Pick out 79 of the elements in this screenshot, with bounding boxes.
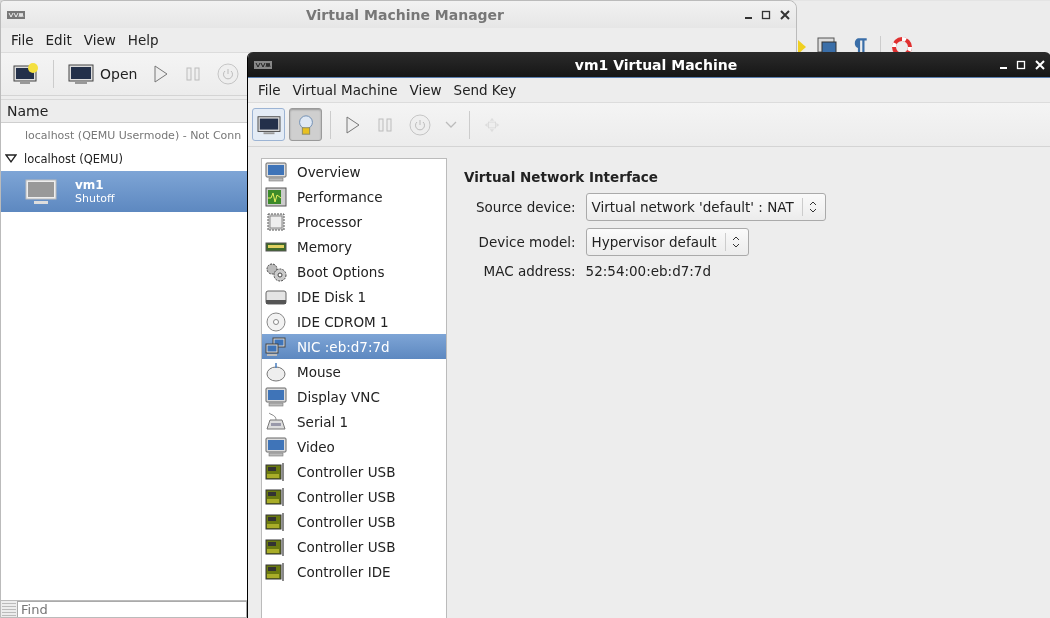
- power-icon: [409, 113, 431, 136]
- vm-status: Shutoff: [75, 192, 115, 205]
- menu-item[interactable]: Help: [121, 30, 165, 50]
- chart-icon: [265, 186, 287, 207]
- hardware-item[interactable]: Controller IDE: [262, 559, 446, 584]
- close-button[interactable]: [780, 9, 790, 20]
- menu-item[interactable]: File: [5, 30, 40, 50]
- up-down-arrows-icon: [808, 201, 817, 213]
- hardware-item[interactable]: Memory: [262, 234, 446, 259]
- monitor-icon: [265, 161, 287, 182]
- expander-icon[interactable]: [5, 154, 17, 164]
- mac-address-value: 52:54:00:eb:d7:7d: [585, 263, 713, 279]
- caret-icon: [445, 120, 457, 129]
- hardware-item[interactable]: Performance: [262, 184, 446, 209]
- connection-label[interactable]: localhost (QEMU Usermode) - Not Conn: [25, 128, 242, 142]
- window-title: vm1 Virtual Machine: [573, 56, 739, 73]
- up-down-arrows-icon: [731, 236, 740, 248]
- menu-item[interactable]: View: [77, 30, 122, 50]
- hardware-item[interactable]: Mouse: [262, 359, 446, 384]
- section-heading: Virtual Network Interface: [464, 169, 660, 185]
- pause-icon: [185, 65, 202, 83]
- grip-handle[interactable]: [2, 601, 16, 617]
- app-icon: [7, 9, 25, 20]
- expansion-card-icon: [265, 486, 287, 507]
- expansion-card-icon: [265, 536, 287, 557]
- menu-item[interactable]: Send Key: [447, 80, 523, 100]
- maximize-button[interactable]: [761, 9, 771, 20]
- hardware-item[interactable]: Serial 1: [262, 409, 446, 434]
- new-vm-icon: [13, 62, 39, 86]
- triangle-icon: [798, 40, 806, 54]
- expansion-card-icon: [265, 511, 287, 532]
- move-icon: [484, 115, 500, 134]
- monitor-icon: [68, 62, 94, 86]
- hardware-item[interactable]: IDE Disk 1: [262, 284, 446, 309]
- menu-item[interactable]: View: [403, 80, 448, 100]
- expansion-card-icon: [265, 461, 287, 482]
- hardware-item[interactable]: Controller USB: [262, 534, 446, 559]
- menu-item[interactable]: File: [252, 80, 287, 100]
- serial-port-icon: [265, 411, 287, 432]
- chip-icon: [265, 211, 287, 232]
- expansion-card-icon: [265, 561, 287, 582]
- connection-label[interactable]: localhost (QEMU): [24, 152, 123, 166]
- hardware-item[interactable]: Controller USB: [262, 459, 446, 484]
- column-header[interactable]: Name: [1, 99, 247, 123]
- disc-icon: [265, 311, 287, 332]
- hardware-item[interactable]: IDE CDROM 1: [262, 309, 446, 334]
- field-label: Source device:: [476, 199, 576, 215]
- details-toggle[interactable]: [289, 108, 322, 141]
- hardware-item[interactable]: Display VNC: [262, 384, 446, 409]
- hardware-item[interactable]: Boot Options: [262, 259, 446, 284]
- console-toggle[interactable]: [252, 108, 285, 141]
- field-label: MAC address:: [482, 263, 576, 279]
- hardware-item[interactable]: Video: [262, 434, 446, 459]
- find-field[interactable]: Find: [17, 601, 247, 617]
- dropdown[interactable]: Virtual network 'default' : NAT: [585, 193, 826, 221]
- network-icon: [265, 336, 287, 357]
- field-label: Device model:: [477, 234, 576, 250]
- hardware-item[interactable]: Overview: [262, 159, 446, 184]
- power-icon: [217, 63, 240, 85]
- minimize-button[interactable]: [745, 16, 752, 19]
- vm-name: vm1: [75, 178, 105, 192]
- app-icon: [254, 59, 272, 70]
- play-icon: [345, 115, 361, 134]
- open-button[interactable]: Open: [62, 58, 144, 90]
- dropdown[interactable]: Hypervisor default: [585, 228, 749, 256]
- hardware-item[interactable]: Controller USB: [262, 484, 446, 509]
- hardware-item[interactable]: Controller USB: [262, 509, 446, 534]
- monitor-icon: [265, 436, 287, 457]
- monitor-icon: [25, 178, 57, 205]
- menu-item[interactable]: Virtual Machine: [286, 80, 404, 100]
- play-icon: [153, 65, 170, 83]
- mouse-icon: [265, 361, 287, 382]
- gears-icon: [265, 261, 287, 282]
- pause-icon: [377, 115, 393, 134]
- monitor-icon: [265, 386, 287, 407]
- hardware-item[interactable]: Processor: [262, 209, 446, 234]
- monitor-icon: [256, 113, 281, 136]
- window-title: Virtual Machine Manager: [304, 6, 506, 23]
- menu-item[interactable]: Edit: [39, 30, 78, 50]
